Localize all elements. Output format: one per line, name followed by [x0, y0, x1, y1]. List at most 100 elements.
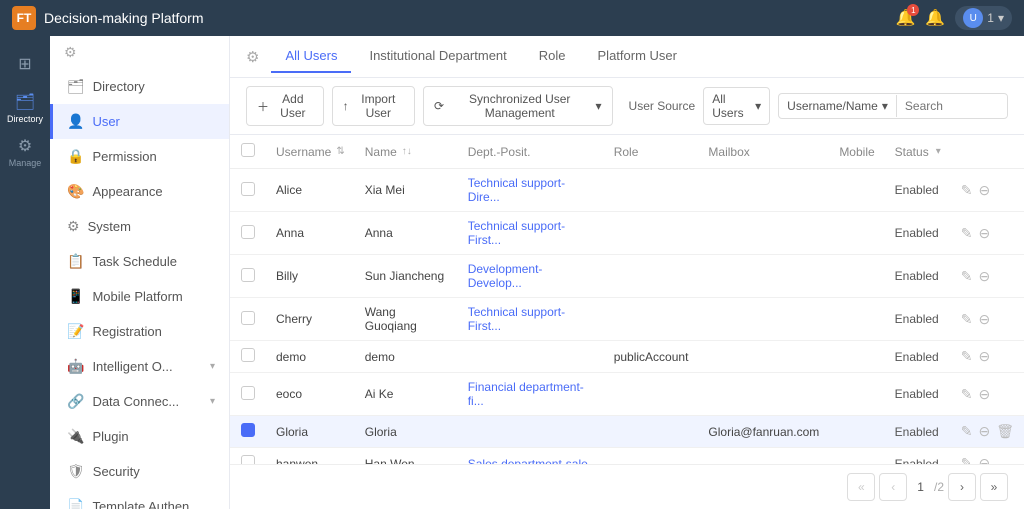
row-status: Enabled — [885, 298, 951, 341]
search-input[interactable] — [897, 95, 1008, 117]
user-menu[interactable]: U 1 ▾ — [955, 6, 1012, 30]
sidebar-item-appearance[interactable]: 🎨 Appearance — [50, 174, 229, 209]
edit-icon[interactable]: ✎ — [961, 386, 973, 403]
edit-icon[interactable]: ✎ — [961, 225, 973, 242]
remove-icon[interactable]: ⊖ — [978, 423, 990, 440]
table-row: Alice Xia Mei Technical support-Dire... … — [230, 169, 1024, 212]
row-checkbox[interactable] — [241, 268, 255, 282]
row-role — [604, 212, 699, 255]
username-sort-icon[interactable]: ⇅ — [336, 146, 344, 157]
row-mobile — [829, 298, 884, 341]
sidebar-label-system: System — [88, 219, 131, 234]
edit-icon[interactable]: ✎ — [961, 348, 973, 365]
import-icon: ↑ — [343, 99, 349, 113]
settings-gear-icon[interactable]: ⚙ — [64, 44, 77, 61]
edit-icon[interactable]: ✎ — [961, 455, 973, 464]
add-user-button[interactable]: ＋ Add User — [246, 86, 324, 126]
topbar: FT Decision-making Platform 🔔 1 🔔 U 1 ▾ — [0, 0, 1024, 36]
content-tabs: ⚙ All Users Institutional Department Rol… — [230, 36, 1024, 78]
row-role — [604, 416, 699, 448]
row-checkbox-cell — [230, 373, 266, 416]
pagination-last-button[interactable]: » — [980, 473, 1008, 501]
select-all-checkbox[interactable] — [241, 143, 255, 157]
row-checkbox[interactable] — [241, 348, 255, 362]
row-checkbox[interactable] — [241, 386, 255, 400]
strip-item-directory[interactable]: 🗂 Directory — [5, 88, 45, 128]
edit-icon[interactable]: ✎ — [961, 182, 973, 199]
tab-platform-user[interactable]: Platform User — [584, 40, 691, 73]
sidebar-label-intelligent: Intelligent O... — [92, 359, 172, 374]
row-name: Anna — [355, 212, 458, 255]
sidebar-item-directory[interactable]: 🗂 Directory — [50, 69, 229, 104]
row-checkbox-cell — [230, 341, 266, 373]
user-label: 1 — [987, 11, 994, 25]
sync-user-button[interactable]: ⟳ Synchronized User Management ▾ — [423, 86, 613, 126]
add-user-label: Add User — [273, 92, 313, 120]
sidebar-item-registration[interactable]: 📝 Registration — [50, 314, 229, 349]
template-icon: 📄 — [67, 498, 84, 509]
pagination-next-button[interactable]: › — [948, 473, 976, 501]
pagination-current-page: 1 — [911, 480, 930, 494]
system-icon: ⚙ — [67, 218, 80, 235]
tab-all-users[interactable]: All Users — [271, 40, 351, 73]
row-checkbox[interactable] — [241, 182, 255, 196]
row-dept: Technical support-First... — [458, 298, 604, 341]
content-settings-icon[interactable]: ⚙ — [246, 48, 259, 66]
name-sort-icon[interactable]: ↑↓ — [402, 146, 412, 157]
edit-icon[interactable]: ✎ — [961, 311, 973, 328]
row-checkbox[interactable] — [241, 311, 255, 325]
search-group-label[interactable]: Username/Name ▾ — [779, 95, 897, 117]
remove-icon[interactable]: ⊖ — [978, 386, 990, 403]
sidebar-item-user[interactable]: 👤 User — [50, 104, 229, 139]
row-actions: ✎ ⊖ — [951, 373, 1024, 416]
edit-icon[interactable]: ✎ — [961, 268, 973, 285]
remove-icon[interactable]: ⊖ — [978, 268, 990, 285]
sidebar-item-template-authen[interactable]: 📄 Template Authen... — [50, 489, 229, 509]
row-actions: ✎ ⊖ — [951, 212, 1024, 255]
remove-icon[interactable]: ⊖ — [978, 182, 990, 199]
user-source-select[interactable]: All Users ▾ — [703, 87, 770, 125]
strip-item-manage[interactable]: ⚙ Manage — [5, 132, 45, 172]
user-source-label: User Source — [629, 99, 696, 113]
pagination-prev-button[interactable]: ‹ — [879, 473, 907, 501]
row-mailbox — [698, 298, 829, 341]
row-checkbox[interactable] — [241, 455, 255, 464]
grid-icon: ⊞ — [18, 54, 31, 74]
edit-icon[interactable]: ✎ — [961, 423, 973, 440]
row-status: Enabled — [885, 448, 951, 465]
remove-icon[interactable]: ⊖ — [978, 348, 990, 365]
row-name: Wang Guoqiang — [355, 298, 458, 341]
pagination-total-pages: /2 — [934, 480, 944, 494]
sidebar-item-intelligent-o[interactable]: 🤖 Intelligent O... ▾ — [50, 349, 229, 384]
bell-icon[interactable]: 🔔 — [925, 8, 945, 28]
row-mobile — [829, 341, 884, 373]
sidebar-item-data-connec[interactable]: 🔗 Data Connec... ▾ — [50, 384, 229, 419]
tab-institutional-department[interactable]: Institutional Department — [355, 40, 520, 73]
tab-role[interactable]: Role — [525, 40, 580, 73]
row-checkbox[interactable] — [241, 423, 255, 437]
col-dept: Dept.-Posit. — [458, 135, 604, 169]
delete-icon[interactable]: 🗑 — [996, 423, 1014, 440]
sidebar-item-permission[interactable]: 🔒 Permission — [50, 139, 229, 174]
strip-item-grid[interactable]: ⊞ — [5, 44, 45, 84]
status-sort-icon[interactable]: ▾ — [936, 146, 941, 157]
sidebar-item-system[interactable]: ⚙ System — [50, 209, 229, 244]
col-mailbox: Mailbox — [698, 135, 829, 169]
remove-icon[interactable]: ⊖ — [978, 455, 990, 464]
app-logo: FT — [12, 6, 36, 30]
row-dept: Technical support-First... — [458, 212, 604, 255]
remove-icon[interactable]: ⊖ — [978, 311, 990, 328]
sidebar-item-plugin[interactable]: 🔌 Plugin — [50, 419, 229, 454]
row-mailbox — [698, 169, 829, 212]
notification-icon[interactable]: 🔔 1 — [895, 8, 915, 28]
import-user-button[interactable]: ↑ Import User — [332, 86, 415, 126]
strip-label-directory: Directory — [7, 114, 43, 124]
strip-label-manage: Manage — [9, 158, 42, 168]
pagination-first-button[interactable]: « — [847, 473, 875, 501]
notification-badge: 1 — [907, 4, 919, 16]
sidebar-item-mobile-platform[interactable]: 📱 Mobile Platform — [50, 279, 229, 314]
sidebar-item-security[interactable]: 🛡 Security — [50, 454, 229, 489]
remove-icon[interactable]: ⊖ — [978, 225, 990, 242]
sidebar-item-task-schedule[interactable]: 📋 Task Schedule — [50, 244, 229, 279]
row-checkbox[interactable] — [241, 225, 255, 239]
